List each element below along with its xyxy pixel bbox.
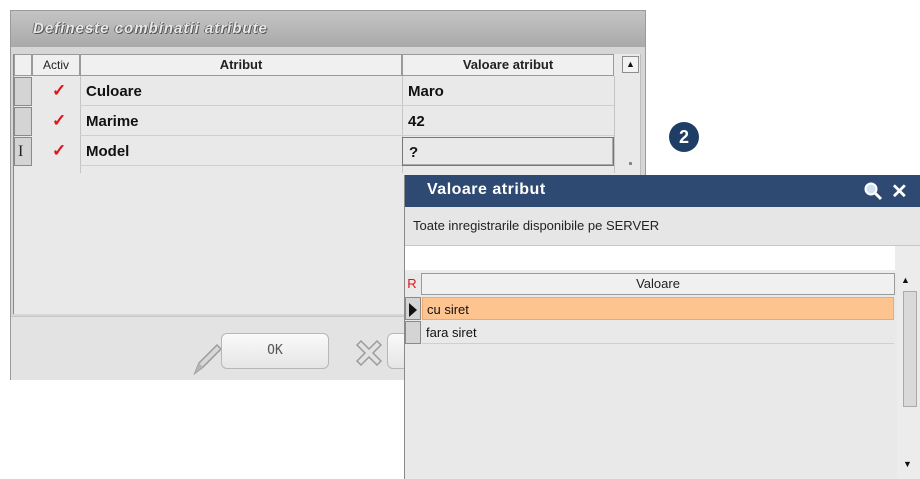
dialog-title: Defineste combinatii atribute [33, 20, 268, 37]
cell-valoare[interactable]: Maro [402, 77, 614, 106]
cell-atribut[interactable]: Model [80, 137, 402, 166]
dialog-title: Valoare atribut [427, 181, 546, 198]
column-header-valoare[interactable]: Valoare [421, 273, 895, 295]
cell-valoare[interactable]: 42 [402, 107, 614, 136]
scroll-down-button[interactable]: ▼ [903, 459, 912, 469]
ok-button[interactable]: OK [221, 333, 329, 369]
checkmark-icon[interactable]: ✓ [52, 141, 66, 161]
list-item-value-selected[interactable]: cu siret [422, 297, 894, 320]
scroll-up-button[interactable]: ▲ [901, 275, 910, 285]
close-icon[interactable]: ✕ [891, 179, 908, 204]
list-item[interactable]: cu siret [405, 297, 895, 321]
row-selector[interactable] [405, 321, 421, 344]
attribute-value-picker-dialog: Valoare atribut ✕ Toate inregistrarile d… [404, 175, 920, 479]
text-cursor-icon: I [18, 143, 24, 160]
vertical-scrollbar[interactable]: ▲ [620, 54, 640, 174]
cell-valoare-focused[interactable]: ? [402, 137, 614, 166]
dialog-title-bar: Valoare atribut ✕ [405, 175, 920, 207]
vertical-scrollbar[interactable]: ▲ ▼ [899, 271, 920, 479]
info-bar: Toate inregistrarile disponibile pe SERV… [405, 207, 920, 246]
row-selector-header [14, 54, 32, 76]
row-selector[interactable] [14, 77, 32, 106]
column-header-activ[interactable]: Activ [32, 54, 80, 76]
row-pointer-icon [409, 303, 417, 317]
row-selector[interactable]: I [14, 137, 32, 166]
search-icon[interactable] [863, 181, 883, 201]
cell-atribut[interactable]: Culoare [80, 77, 402, 106]
table-row[interactable]: I ✓ Model ? [14, 137, 624, 167]
list-item-value[interactable]: fara siret [422, 321, 894, 344]
scroll-up-button[interactable]: ▲ [622, 56, 639, 73]
table-row[interactable]: ✓ Culoare Maro [14, 77, 624, 107]
info-text: Toate inregistrarile disponibile pe SERV… [413, 218, 660, 233]
row-selector[interactable] [405, 297, 421, 320]
dialog-title-bar: Defineste combinatii atribute [11, 11, 645, 47]
step-badge: 2 [669, 122, 699, 152]
table-row[interactable]: ✓ Marime 42 [14, 107, 624, 137]
column-header-atribut[interactable]: Atribut [80, 54, 402, 76]
checkmark-icon[interactable]: ✓ [52, 81, 66, 101]
scroll-thumb[interactable] [629, 162, 632, 165]
values-grid: R Valoare cu siret fara siret [405, 273, 897, 479]
checkmark-icon[interactable]: ✓ [52, 111, 66, 131]
scroll-thumb[interactable] [903, 291, 917, 407]
column-header-valoare-atribut[interactable]: Valoare atribut [402, 54, 614, 76]
record-indicator-label: R [407, 276, 417, 291]
cancel-x-icon [355, 339, 383, 367]
list-item[interactable]: fara siret [405, 321, 895, 345]
filter-input[interactable] [405, 246, 895, 270]
row-selector[interactable] [14, 107, 32, 136]
cell-atribut[interactable]: Marime [80, 107, 402, 136]
